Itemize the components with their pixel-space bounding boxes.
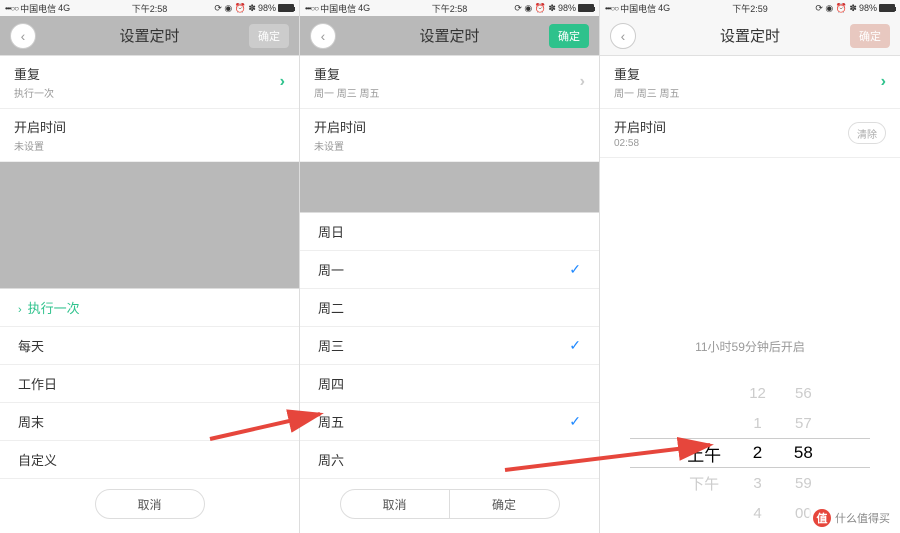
day-thu[interactable]: 周四 <box>300 365 599 403</box>
signal-dots-icon: •••○○ <box>5 4 18 13</box>
status-icons: ⟳ ◉ ⏰ ✽ <box>815 3 857 14</box>
battery-pct: 98% <box>859 3 877 13</box>
status-time: 下午2:58 <box>132 2 168 15</box>
network-label: 4G <box>358 3 370 13</box>
nav-bar: ‹ 设置定时 确定 <box>0 16 299 56</box>
back-button[interactable]: ‹ <box>610 23 636 49</box>
dim-overlay: •••○○ 中国电信 4G 下午2:58 ⟳ ◉ ⏰ ✽ 98% ‹ 设置定时 … <box>300 0 599 218</box>
watermark: 值 什么值得买 <box>809 507 894 529</box>
battery-pct: 98% <box>258 3 276 13</box>
start-time-row[interactable]: 开启时间 未设置 <box>0 109 299 162</box>
option-workday[interactable]: 工作日 <box>0 365 299 403</box>
watermark-text: 什么值得买 <box>835 510 890 526</box>
status-bar: •••○○ 中国电信 4G 下午2:58 ⟳ ◉ ⏰ ✽ 98% <box>300 0 599 16</box>
option-once[interactable]: ›执行一次 <box>0 289 299 327</box>
day-tue[interactable]: 周二 <box>300 289 599 327</box>
repeat-title: 重复 <box>614 64 640 83</box>
repeat-row[interactable]: 重复 周一 周三 周五 › <box>300 56 599 109</box>
weekday-sheet: 周日 周一✓ 周二 周三✓ 周四 周五✓ 周六 取消 确定 <box>300 212 599 533</box>
nav-bar: ‹ 设置定时 确定 <box>600 16 900 56</box>
page-title: 设置定时 <box>720 25 780 46</box>
chevron-right-icon: › <box>881 73 886 91</box>
confirm-button[interactable]: 确定 <box>549 24 589 48</box>
back-button[interactable]: ‹ <box>310 23 336 49</box>
minute-column[interactable]: 56 57 58 59 00 <box>794 378 813 528</box>
option-custom[interactable]: 自定义 <box>0 441 299 479</box>
battery-icon <box>578 4 594 12</box>
repeat-title: 重复 <box>14 64 40 83</box>
screen-repeat-menu: •••○○ 中国电信 4G 下午2:58 ⟳ ◉ ⏰ ✽ 98% ‹ 设置定时 … <box>0 0 300 533</box>
repeat-title: 重复 <box>314 64 340 83</box>
back-button[interactable]: ‹ <box>10 23 36 49</box>
battery-pct: 98% <box>558 3 576 13</box>
time-picker: 11小时59分钟后开启 上午 下午 12 1 2 3 4 56 <box>600 328 900 533</box>
battery-icon <box>879 4 895 12</box>
confirm-button[interactable]: 确定 <box>850 24 890 48</box>
signal-dots-icon: •••○○ <box>605 4 618 13</box>
repeat-row[interactable]: 重复 周一 周三 周五 › <box>600 56 900 109</box>
option-daily[interactable]: 每天 <box>0 327 299 365</box>
start-title: 开启时间 <box>314 117 366 136</box>
status-time: 下午2:58 <box>432 2 468 15</box>
day-wed[interactable]: 周三✓ <box>300 327 599 365</box>
chevron-left-icon: ‹ <box>621 28 626 44</box>
confirm-button[interactable]: 确定 <box>249 24 289 48</box>
picker-hint: 11小时59分钟后开启 <box>600 338 900 355</box>
start-value: 未设置 <box>314 138 344 153</box>
status-bar: •••○○ 中国电信 4G 下午2:58 ⟳ ◉ ⏰ ✽ 98% <box>0 0 299 16</box>
hour-column[interactable]: 12 1 2 3 4 <box>749 378 766 528</box>
confirm-button[interactable]: 确定 <box>450 489 560 519</box>
start-time-row[interactable]: 开启时间 未设置 <box>300 109 599 162</box>
clear-button[interactable]: 清除 <box>848 122 886 144</box>
start-time-row[interactable]: 开启时间 02:58 清除 <box>600 109 900 158</box>
signal-dots-icon: •••○○ <box>305 4 318 13</box>
carrier-label: 中国电信 <box>320 2 356 15</box>
repeat-options-sheet: ›执行一次 每天 工作日 周末 自定义 取消 <box>0 288 299 533</box>
page-title: 设置定时 <box>419 25 479 46</box>
repeat-value: 执行一次 <box>14 85 54 100</box>
start-value: 未设置 <box>14 138 44 153</box>
repeat-value: 周一 周三 周五 <box>314 85 380 100</box>
page-title: 设置定时 <box>119 25 179 46</box>
day-mon[interactable]: 周一✓ <box>300 251 599 289</box>
screen-weekday-picker: •••○○ 中国电信 4G 下午2:58 ⟳ ◉ ⏰ ✽ 98% ‹ 设置定时 … <box>300 0 600 533</box>
network-label: 4G <box>58 3 70 13</box>
start-value: 02:58 <box>614 138 639 149</box>
screen-time-picker: •••○○ 中国电信 4G 下午2:59 ⟳ ◉ ⏰ ✽ 98% ‹ 设置定时 … <box>600 0 900 533</box>
status-icons: ⟳ ◉ ⏰ ✽ <box>214 3 256 14</box>
day-sat[interactable]: 周六 <box>300 441 599 479</box>
check-icon: ✓ <box>569 261 581 278</box>
chevron-right-icon: › <box>580 73 585 91</box>
carrier-label: 中国电信 <box>620 2 656 15</box>
battery-icon <box>278 4 294 12</box>
ampm-column[interactable]: 上午 下午 <box>687 378 721 528</box>
day-sun[interactable]: 周日 <box>300 213 599 251</box>
start-title: 开启时间 <box>14 117 66 136</box>
repeat-row[interactable]: 重复 执行一次 › <box>0 56 299 109</box>
day-fri[interactable]: 周五✓ <box>300 403 599 441</box>
nav-bar: ‹ 设置定时 确定 <box>300 16 599 56</box>
cancel-button[interactable]: 取消 <box>95 489 205 519</box>
carrier-label: 中国电信 <box>20 2 56 15</box>
cancel-button[interactable]: 取消 <box>340 489 450 519</box>
dim-overlay: •••○○ 中国电信 4G 下午2:58 ⟳ ◉ ⏰ ✽ 98% ‹ 设置定时 … <box>0 0 299 303</box>
chevron-left-icon: ‹ <box>321 28 326 44</box>
check-icon: ✓ <box>569 337 581 354</box>
repeat-value: 周一 周三 周五 <box>614 85 680 100</box>
status-icons: ⟳ ◉ ⏰ ✽ <box>514 3 556 14</box>
watermark-logo-icon: 值 <box>813 509 831 527</box>
start-title: 开启时间 <box>614 117 666 136</box>
chevron-right-icon: › <box>18 304 22 316</box>
chevron-right-icon: › <box>280 73 285 91</box>
chevron-left-icon: ‹ <box>21 28 26 44</box>
status-time: 下午2:59 <box>732 2 768 15</box>
network-label: 4G <box>658 3 670 13</box>
status-bar: •••○○ 中国电信 4G 下午2:59 ⟳ ◉ ⏰ ✽ 98% <box>600 0 900 16</box>
check-icon: ✓ <box>569 413 581 430</box>
option-weekend[interactable]: 周末 <box>0 403 299 441</box>
